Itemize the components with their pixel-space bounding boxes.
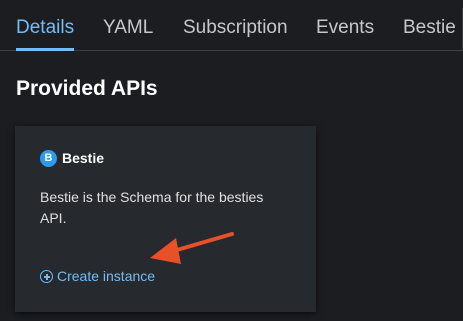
tab-bar: Details YAML Subscription Events Bestie bbox=[0, 0, 463, 51]
create-instance-link[interactable]: Create instance bbox=[40, 268, 155, 284]
create-instance-label: Create instance bbox=[57, 268, 156, 284]
api-card-description: Bestie is the Schema for the besties API… bbox=[40, 189, 264, 226]
api-badge-icon: B bbox=[40, 150, 57, 167]
api-card: B Bestie Bestie is the Schema for the be… bbox=[15, 126, 316, 312]
plus-circle-icon bbox=[40, 270, 53, 283]
tab-bestie[interactable]: Bestie bbox=[403, 0, 456, 50]
api-card-title: Bestie bbox=[62, 150, 105, 166]
tab-yaml[interactable]: YAML bbox=[103, 0, 153, 50]
tab-events[interactable]: Events bbox=[316, 0, 374, 50]
section-title: Provided APIs bbox=[16, 77, 158, 100]
tab-details[interactable]: Details bbox=[16, 0, 75, 51]
tab-subscription[interactable]: Subscription bbox=[183, 0, 288, 50]
